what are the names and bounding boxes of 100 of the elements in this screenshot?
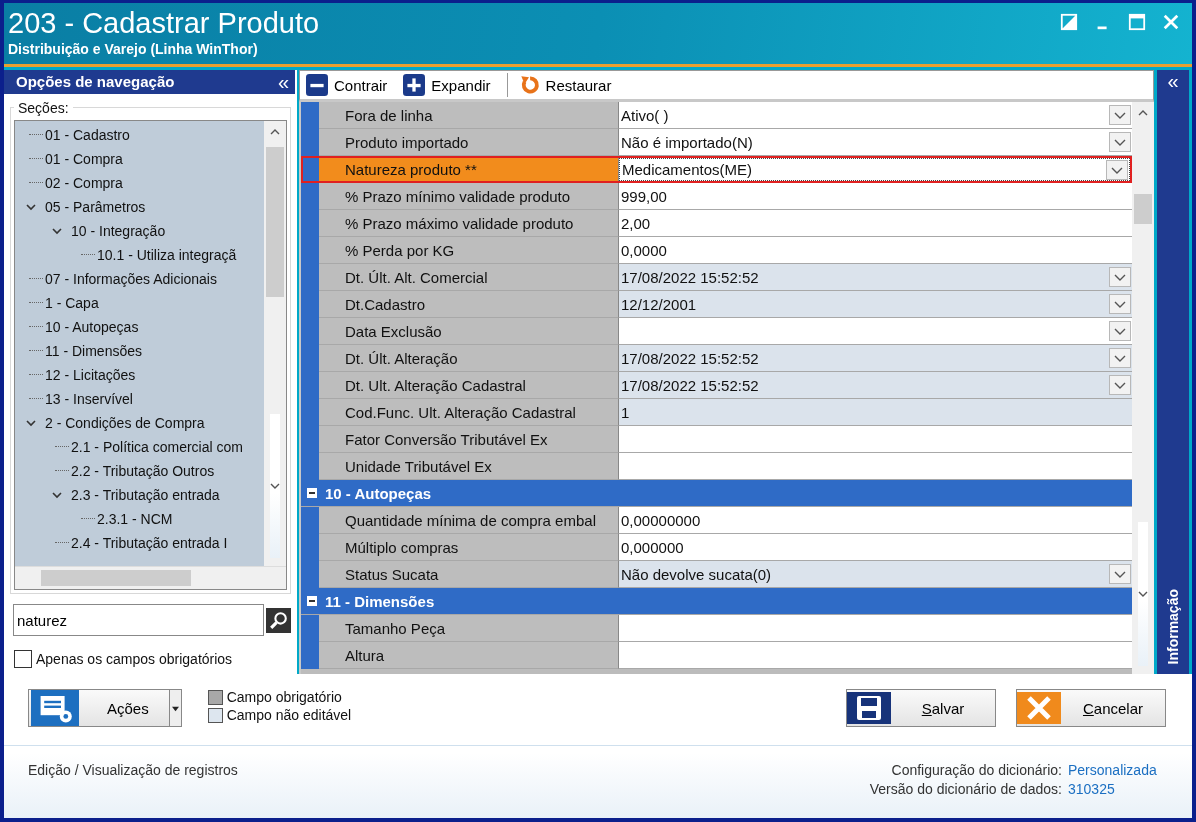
property-value-field[interactable]	[619, 642, 1132, 669]
property-value-field[interactable]: Não devolve sucata(0)	[619, 561, 1132, 588]
property-value-field[interactable]: 0,000000	[619, 534, 1132, 561]
tree-item[interactable]: 2 - Condições de Compra	[43, 414, 205, 431]
property-label: Tamanho Peça	[319, 615, 619, 642]
toolbar-button[interactable]: Expandir	[403, 74, 497, 96]
cancel-button[interactable]: Cancelar	[1016, 689, 1166, 727]
minus-icon	[306, 74, 328, 96]
property-value-field[interactable]: Medicamentos(ME)	[619, 158, 1130, 181]
tree-item[interactable]: 10 - Autopeças	[43, 318, 139, 335]
scroll-thumb[interactable]	[266, 146, 284, 297]
tree-item[interactable]: 01 - Compra	[43, 150, 123, 167]
dictionary-info-value: Personalizada	[1068, 762, 1158, 778]
property-label: Dt.Cadastro	[319, 291, 619, 318]
property-label: Fator Conversão Tributável Ex	[319, 426, 619, 453]
navigation-title: Opções de navegação	[16, 73, 175, 91]
dropdown-icon[interactable]	[1109, 348, 1131, 368]
search-icon[interactable]	[266, 607, 291, 633]
tree-item[interactable]: 11 - Dimensões	[43, 342, 142, 359]
info-panel-label: Informação	[1165, 588, 1181, 664]
legend-label: Campo obrigatório	[226, 689, 342, 705]
window-subtitle: Distribuição e Varejo (Linha WinThor)	[8, 41, 259, 57]
property-value-field[interactable]	[619, 318, 1132, 345]
property-label: Cod.Func. Ult. Alteração Cadastral	[319, 399, 619, 426]
info-panel[interactable]: « Informação	[1157, 70, 1189, 674]
property-label: % Prazo máximo validade produto	[319, 210, 619, 237]
property-value-field[interactable]: 2,00	[619, 210, 1132, 237]
legend-label: Campo não editável	[226, 707, 352, 723]
scroll-thumb[interactable]	[41, 570, 191, 586]
tree-item[interactable]: 01 - Cadastro	[43, 126, 130, 143]
toolbar-button[interactable]: Contrair	[306, 74, 394, 96]
collapse-button[interactable]: «	[277, 72, 289, 91]
property-value-field[interactable]: 999,00	[619, 183, 1132, 210]
property-value-field[interactable]: 17/08/2022 15:52:52	[619, 345, 1132, 372]
tree-item[interactable]: 2.3 - Tributação entrada	[69, 486, 220, 503]
close-icon	[1017, 690, 1061, 726]
property-label: Data Exclusão	[319, 318, 619, 345]
property-value-field[interactable]	[619, 615, 1132, 642]
restore-size-icon[interactable]	[1060, 13, 1078, 31]
search-field[interactable]: naturez	[13, 604, 264, 636]
property-label: % Perda por KG	[319, 237, 619, 264]
dropdown-icon[interactable]	[1109, 321, 1131, 341]
dictionary-info-label: Versão do dicionário de dados:	[869, 781, 1062, 797]
property-label: Dt. Ult. Alteração Cadastral	[319, 372, 619, 399]
scroll-thumb[interactable]	[1134, 194, 1152, 224]
dropdown-icon[interactable]	[1109, 564, 1131, 584]
collapse-icon[interactable]	[307, 596, 317, 606]
close-icon[interactable]	[1162, 13, 1180, 31]
scroll-up-icon[interactable]	[1138, 110, 1148, 116]
dropdown-icon[interactable]	[1109, 294, 1131, 314]
tree-item[interactable]: 10 - Integração	[69, 222, 166, 239]
tree-item[interactable]: 2.1 - Política comercial com	[69, 438, 243, 455]
maximize-icon[interactable]	[1128, 13, 1146, 31]
property-label: % Prazo mínimo validade produto	[319, 183, 619, 210]
property-value-field[interactable]: 1	[619, 399, 1132, 426]
tree-item[interactable]: 2.4 - Tributação entrada I	[69, 534, 228, 551]
section-header[interactable]: 11 - Dimensões	[301, 588, 1132, 615]
tree-item[interactable]: 2.3.1 - NCM	[95, 510, 173, 527]
collapse-icon[interactable]	[307, 488, 317, 498]
property-label: Unidade Tributável Ex	[319, 453, 619, 480]
plus-icon	[403, 74, 426, 96]
vertical-scrollbar[interactable]	[264, 120, 286, 566]
property-value-field[interactable]	[619, 453, 1132, 480]
tree-item[interactable]: 02 - Compra	[43, 174, 123, 191]
dropdown-icon[interactable]	[1109, 267, 1131, 287]
property-value-field[interactable]: 0,00000000	[619, 507, 1132, 534]
property-value-field[interactable]: Não é importado(N)	[619, 129, 1132, 156]
dictionary-info-label: Configuração do dicionário:	[891, 762, 1062, 778]
property-value-field[interactable]: 17/08/2022 15:52:52	[619, 264, 1132, 291]
tree-item[interactable]: 2.2 - Tributação Outros	[69, 462, 215, 479]
section-header[interactable]: 10 - Autopeças	[301, 480, 1132, 507]
property-value-field[interactable]: 17/08/2022 15:52:52	[619, 372, 1132, 399]
expand-button[interactable]: «	[1167, 72, 1179, 90]
tree-item[interactable]: 07 - Informações Adicionais	[43, 270, 217, 287]
horizontal-scrollbar[interactable]	[15, 566, 286, 589]
toolbar-button[interactable]: Restaurar	[517, 74, 618, 96]
status-text: Edição / Visualização de registros	[28, 762, 238, 780]
property-label: Fora de linha	[319, 102, 619, 129]
checkbox[interactable]	[14, 650, 32, 668]
dropdown-icon[interactable]	[1109, 375, 1131, 395]
property-label: Dt. Últ. Alteração	[319, 345, 619, 372]
property-value-field[interactable]: Ativo( )	[619, 102, 1132, 129]
save-button[interactable]: Salvar	[846, 689, 996, 727]
tree-item[interactable]: 05 - Parâmetros	[43, 198, 146, 215]
scroll-up-icon[interactable]	[270, 128, 280, 135]
sections-label: Seções:	[17, 99, 70, 116]
tree-item[interactable]: 10.1 - Utiliza integraçã	[95, 246, 237, 263]
vertical-scrollbar[interactable]	[1132, 102, 1154, 674]
tree-item[interactable]: 13 - Inservível	[43, 390, 133, 407]
property-label: Natureza produto **	[319, 156, 619, 183]
actions-button[interactable]: Ações	[28, 689, 170, 727]
dropdown-icon[interactable]	[1109, 132, 1131, 152]
property-value-field[interactable]	[619, 426, 1132, 453]
caret-icon	[171, 704, 179, 712]
tree-item[interactable]: 12 - Licitações	[43, 366, 136, 383]
property-value-field[interactable]: 0,0000	[619, 237, 1132, 264]
property-value-field[interactable]: 12/12/2001	[619, 291, 1132, 318]
tree-item[interactable]: 1 - Capa	[43, 294, 99, 311]
dropdown-icon[interactable]	[1109, 105, 1131, 125]
dropdown-icon[interactable]	[1106, 159, 1128, 180]
